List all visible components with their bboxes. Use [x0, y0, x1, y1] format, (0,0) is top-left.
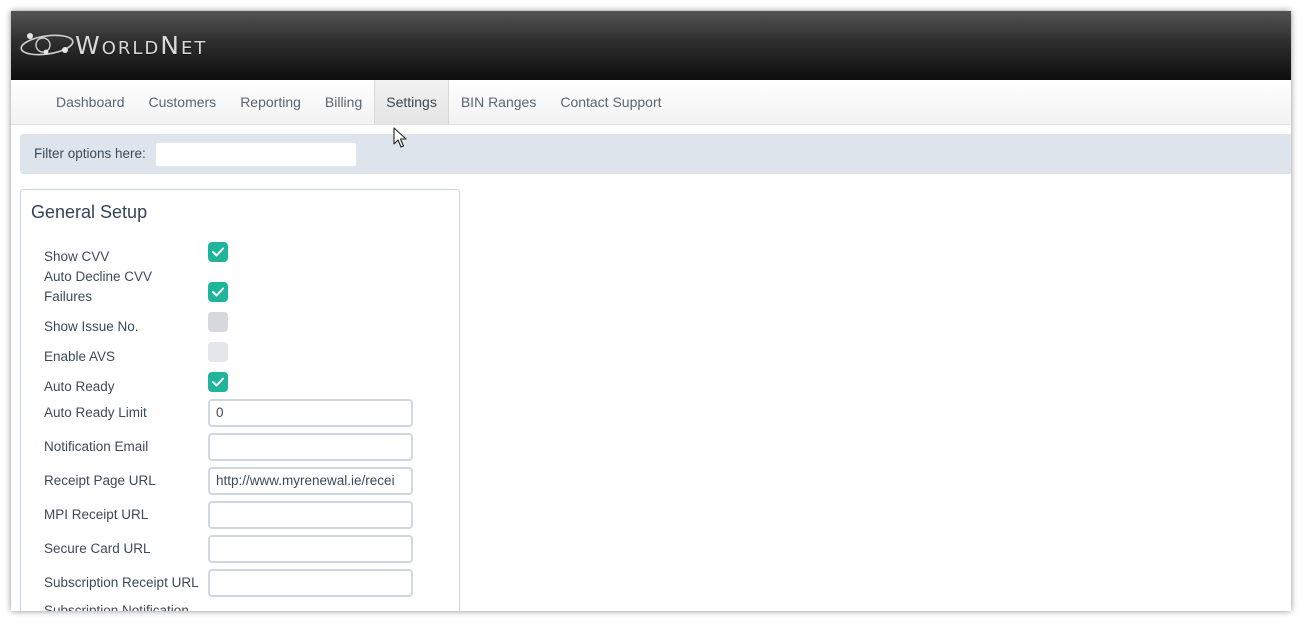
subscription-receipt-url-input[interactable]	[208, 569, 413, 597]
header-bar: WorldNet	[11, 11, 1291, 80]
show-issue-no-label: Show Issue No.	[44, 319, 139, 334]
checkmark-icon	[212, 377, 224, 387]
show-issue-no-checkbox[interactable]	[208, 312, 228, 332]
secure-card-url-label: Secure Card URL	[44, 541, 151, 556]
mouse-pointer-icon	[393, 127, 407, 148]
app-window: WorldNet Dashboard Customers Reporting B…	[11, 11, 1291, 611]
general-setup-panel: General Setup Show CVV Auto Decline CVV …	[20, 189, 460, 611]
mpi-receipt-url-label: MPI Receipt URL	[44, 507, 149, 522]
brand-logo[interactable]: WorldNet	[19, 27, 207, 63]
enable-avs-checkbox[interactable]	[208, 342, 228, 362]
receipt-page-url-input[interactable]: http://www.myrenewal.ie/recei	[208, 467, 413, 495]
nav-bin-ranges[interactable]: BIN Ranges	[449, 80, 548, 125]
auto-ready-checkbox[interactable]	[208, 372, 228, 392]
subscription-notification-label: Subscription Notification	[44, 603, 189, 611]
orbit-logo-icon	[20, 33, 74, 56]
secure-card-url-input[interactable]	[208, 535, 413, 563]
subscription-receipt-url-label: Subscription Receipt URL	[44, 575, 199, 590]
nav-settings[interactable]: Settings	[374, 80, 449, 125]
nav-customers[interactable]: Customers	[137, 80, 229, 125]
auto-decline-cvv-label-line2: Failures	[44, 289, 93, 304]
nav-contact-support[interactable]: Contact Support	[548, 80, 673, 125]
auto-ready-limit-label: Auto Ready Limit	[44, 405, 147, 420]
filter-bar: Filter options here:	[20, 134, 1291, 174]
nav-dashboard[interactable]: Dashboard	[44, 80, 137, 125]
main-nav: Dashboard Customers Reporting Billing Se…	[11, 80, 1291, 125]
notification-email-input[interactable]	[208, 433, 413, 461]
auto-decline-cvv-checkbox[interactable]	[208, 282, 228, 302]
checkmark-icon	[212, 287, 224, 297]
mpi-receipt-url-input[interactable]	[208, 501, 413, 529]
panel-title: General Setup	[31, 202, 148, 222]
enable-avs-label: Enable AVS	[44, 349, 116, 364]
filter-label: Filter options here:	[34, 146, 146, 161]
show-cvv-checkbox[interactable]	[208, 242, 228, 262]
auto-decline-cvv-label-line1: Auto Decline CVV	[44, 269, 153, 284]
auto-ready-limit-input[interactable]: 0	[208, 399, 413, 427]
brand-name: WorldNet	[75, 30, 208, 60]
nav-reporting[interactable]: Reporting	[228, 80, 313, 125]
checkmark-icon	[212, 247, 224, 257]
notification-email-label: Notification Email	[44, 439, 149, 454]
auto-ready-label: Auto Ready	[44, 379, 115, 394]
show-cvv-label: Show CVV	[44, 249, 110, 264]
nav-billing[interactable]: Billing	[313, 80, 374, 125]
filter-input[interactable]	[155, 142, 357, 167]
receipt-page-url-label: Receipt Page URL	[44, 473, 156, 488]
